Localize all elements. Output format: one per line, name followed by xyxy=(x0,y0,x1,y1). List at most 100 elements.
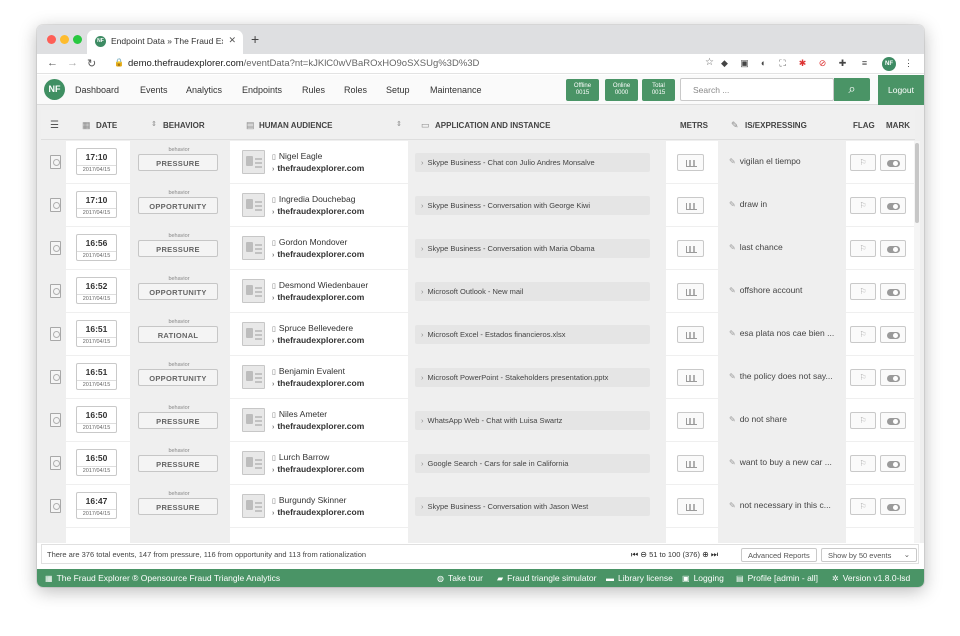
audience-name[interactable]: ▯ Benjamin Evalent xyxy=(272,366,345,376)
maximize-window-button[interactable] xyxy=(73,35,82,44)
search-input[interactable]: Search ... xyxy=(680,78,834,101)
profile-avatar[interactable]: NF xyxy=(882,57,896,71)
application-instance[interactable]: › Skype Business - Conversation with Geor… xyxy=(415,196,650,215)
table-row[interactable]: 16:51 2017/04/15 behavior RATIONAL ▯ Spruce B… xyxy=(41,313,915,355)
metrics-chart-button[interactable] xyxy=(677,197,704,214)
nav-maintenance[interactable]: Maintenance xyxy=(430,85,482,95)
metrics-chart-button[interactable] xyxy=(677,412,704,429)
header-application[interactable]: APPLICATION AND INSTANCE xyxy=(435,121,550,130)
audience-name[interactable]: ▯ Nigel Eagle xyxy=(272,151,322,161)
flag-button[interactable]: ⚐ xyxy=(850,326,876,343)
document-icon[interactable] xyxy=(50,370,61,384)
puzzle-icon[interactable]: ✚ xyxy=(837,58,848,69)
mark-toggle[interactable] xyxy=(880,369,906,386)
document-icon[interactable] xyxy=(50,284,61,298)
flag-button[interactable]: ⚐ xyxy=(850,498,876,515)
sort-icon[interactable]: ⇕ xyxy=(151,120,157,128)
expressing-text[interactable]: ✎ last chance xyxy=(729,242,783,252)
extension-icon[interactable]: ⊘ xyxy=(817,58,828,69)
mark-toggle[interactable] xyxy=(880,412,906,429)
audience-name[interactable]: ▯ Spruce Bellevedere xyxy=(272,323,353,333)
application-instance[interactable]: › Skype Business - Conversation with Jaso… xyxy=(415,497,650,516)
flag-button[interactable]: ⚐ xyxy=(850,369,876,386)
screenshot-icon[interactable]: ⛶ xyxy=(777,58,788,69)
application-instance[interactable]: › Skype Business - Chat con Julio Andres … xyxy=(415,153,650,172)
metrics-chart-button[interactable] xyxy=(677,326,704,343)
new-tab-button[interactable]: + xyxy=(251,31,259,47)
document-icon[interactable] xyxy=(50,155,61,169)
document-icon[interactable] xyxy=(50,241,61,255)
application-instance[interactable]: › Google Search - Cars for sale in Califo… xyxy=(415,454,650,473)
take-tour-link[interactable]: ◍ Take tour xyxy=(437,573,483,583)
metrics-chart-button[interactable] xyxy=(677,240,704,257)
logout-button[interactable]: Logout xyxy=(878,75,924,105)
header-behavior[interactable]: BEHAVIOR xyxy=(163,121,205,130)
extension-icon[interactable]: ◆ xyxy=(719,58,730,69)
application-instance[interactable]: › Skype Business - Conversation with Mari… xyxy=(415,239,650,258)
nav-setup[interactable]: Setup xyxy=(386,85,410,95)
bookmark-star-icon[interactable]: ☆ xyxy=(705,57,714,68)
menu-icon[interactable]: ⋮ xyxy=(903,58,914,69)
nav-events[interactable]: Events xyxy=(140,85,168,95)
header-flag[interactable]: FLAG xyxy=(853,121,875,130)
audience-name[interactable]: ▯ Desmond Wiedenbauer xyxy=(272,280,368,290)
audience-name[interactable]: ▯ Gordon Mondover xyxy=(272,237,347,247)
audience-name[interactable]: ▯ Ingredia Douchebag xyxy=(272,194,355,204)
metrics-chart-button[interactable] xyxy=(677,455,704,472)
last-page-icon[interactable]: ⏭ xyxy=(711,550,718,559)
address-bar[interactable]: 🔒 demo.thefraudexplorer.com/eventData?nt… xyxy=(108,57,714,71)
mark-toggle[interactable] xyxy=(880,455,906,472)
nav-endpoints[interactable]: Endpoints xyxy=(242,85,282,95)
application-instance[interactable]: › Microsoft PowerPoint - Stakeholders pre… xyxy=(415,368,650,387)
nav-analytics[interactable]: Analytics xyxy=(186,85,222,95)
scrollbar-thumb[interactable] xyxy=(915,143,919,223)
application-instance[interactable]: › WhatsApp Web - Chat with Luisa Swartz xyxy=(415,411,650,430)
header-expressing[interactable]: IS/EXPRESSING xyxy=(745,121,807,130)
table-row[interactable]: 16:47 2017/04/15 behavior PRESSURE ▯ Burgundy… xyxy=(41,485,915,527)
list-view-icon[interactable]: ☰ xyxy=(50,120,59,131)
back-icon[interactable]: ← xyxy=(47,57,58,69)
flag-button[interactable]: ⚐ xyxy=(850,197,876,214)
expressing-text[interactable]: ✎ do not share xyxy=(729,414,787,424)
expressing-text[interactable]: ✎ the policy does not say... xyxy=(729,371,833,381)
document-icon[interactable] xyxy=(50,327,61,341)
expressing-text[interactable]: ✎ esa plata nos cae bien ... xyxy=(729,328,834,338)
document-icon[interactable] xyxy=(50,456,61,470)
flag-button[interactable]: ⚐ xyxy=(850,283,876,300)
metrics-chart-button[interactable] xyxy=(677,369,704,386)
audience-name[interactable]: ▯ Burgundy Skinner xyxy=(272,495,346,505)
nav-roles[interactable]: Roles xyxy=(344,85,367,95)
page-size-select[interactable]: Show by 50 events ⌄ xyxy=(821,548,917,562)
application-instance[interactable]: › Microsoft Excel - Estados financieros.x… xyxy=(415,325,650,344)
expressing-text[interactable]: ✎ offshore account xyxy=(729,285,802,295)
minimize-window-button[interactable] xyxy=(60,35,69,44)
mark-toggle[interactable] xyxy=(880,197,906,214)
table-row[interactable] xyxy=(41,528,915,543)
metrics-chart-button[interactable] xyxy=(677,154,704,171)
advanced-reports-button[interactable]: Advanced Reports xyxy=(741,548,817,562)
reading-list-icon[interactable]: ≡ xyxy=(859,58,870,69)
extension-icon[interactable]: ✱ xyxy=(797,58,808,69)
metrics-chart-button[interactable] xyxy=(677,283,704,300)
sort-icon[interactable]: ⇕ xyxy=(396,120,402,128)
prev-page-icon[interactable]: ⊖ xyxy=(640,550,647,559)
flag-button[interactable]: ⚐ xyxy=(850,412,876,429)
table-row[interactable]: 17:10 2017/04/15 behavior PRESSURE ▯ Nigel Ea… xyxy=(41,141,915,183)
nav-rules[interactable]: Rules xyxy=(302,85,325,95)
close-tab-icon[interactable]: ✕ xyxy=(228,35,236,46)
close-window-button[interactable] xyxy=(47,35,56,44)
document-icon[interactable] xyxy=(50,499,61,513)
version-link[interactable]: ✲ Version v1.8.0-lsd xyxy=(832,573,910,583)
reload-icon[interactable]: ↻ xyxy=(87,57,96,70)
expressing-text[interactable]: ✎ want to buy a new car ... xyxy=(729,457,832,467)
mark-toggle[interactable] xyxy=(880,326,906,343)
metrics-chart-button[interactable] xyxy=(677,498,704,515)
table-row[interactable]: 16:56 2017/04/15 behavior PRESSURE ▯ Gordon M… xyxy=(41,227,915,269)
audience-name[interactable]: ▯ Lurch Barrow xyxy=(272,452,329,462)
mark-toggle[interactable] xyxy=(880,154,906,171)
simulator-link[interactable]: ▰ Fraud triangle simulator xyxy=(497,573,596,583)
library-license-link[interactable]: ▬ Library license xyxy=(606,573,673,583)
flag-button[interactable]: ⚐ xyxy=(850,154,876,171)
table-row[interactable]: 16:50 2017/04/15 behavior PRESSURE ▯ Lurch Ba… xyxy=(41,442,915,484)
table-row[interactable]: 16:52 2017/04/15 behavior OPPORTUNITY ▯ Desmo… xyxy=(41,270,915,312)
